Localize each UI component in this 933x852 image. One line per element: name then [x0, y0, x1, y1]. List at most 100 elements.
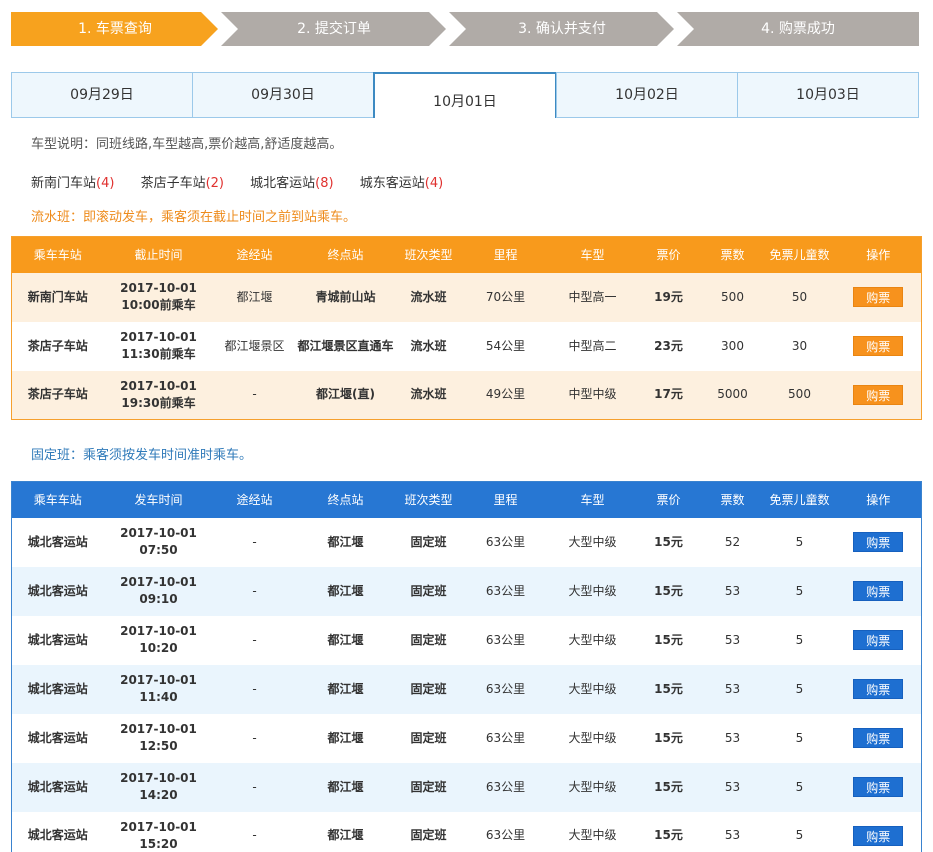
via-cell: -: [213, 370, 296, 420]
date-tab[interactable]: 10月03日: [737, 72, 919, 118]
action-cell: 购票: [835, 664, 922, 714]
station-name: 茶店子车站: [140, 176, 206, 191]
via-cell: -: [213, 566, 296, 616]
flow-bus-note: 流水班：即滚动发车，乘客须在截止时间之前到站乘车。: [31, 210, 357, 225]
flow-bus-table: 乘车车站 截止时间 途经站 终点站 班次类型 里程 车型 票价 票数 免票儿童数…: [11, 236, 922, 420]
via-cell: -: [213, 517, 296, 567]
buy-ticket-button[interactable]: 购票: [853, 532, 904, 552]
date-tabs: 09月29日 09月30日 10月01日 10月02日 10月03日: [11, 72, 919, 118]
buy-ticket-button[interactable]: 购票: [853, 728, 904, 748]
action-cell: 购票: [835, 713, 922, 763]
price-cell: 15元: [635, 762, 702, 812]
price-cell: 15元: [635, 713, 702, 763]
tickets-cell: 53: [701, 615, 764, 665]
step-4: 4. 购票成功: [677, 12, 919, 46]
station-link[interactable]: 茶店子车站(2): [141, 172, 224, 191]
destination-cell: 都江堰: [295, 517, 396, 567]
buy-ticket-button[interactable]: 购票: [853, 384, 904, 405]
station-name: 城东客运站: [359, 176, 425, 191]
time-text: 09:10: [139, 592, 178, 606]
trip-type-cell: 固定班: [395, 811, 462, 852]
children-cell: 5: [763, 615, 836, 665]
time-cell: 2017-10-01 11:30前乘车: [103, 321, 214, 371]
destination-cell: 都江堰(直): [295, 370, 396, 420]
column-header: 车型: [549, 481, 636, 518]
distance-cell: 49公里: [461, 370, 550, 420]
vehicle-cell: 大型中级: [549, 517, 636, 567]
price-cell: 15元: [635, 811, 702, 852]
column-header: 免票儿童数: [763, 236, 836, 273]
destination-cell: 都江堰: [295, 762, 396, 812]
time-cell: 2017-10-01 09:10: [103, 566, 214, 616]
table-row: 茶店子车站 2017-10-01 11:30前乘车 都江堰景区 都江堰景区直通车 流水班 5…: [11, 321, 922, 371]
buy-ticket-button[interactable]: 购票: [853, 287, 904, 307]
action-cell: 购票: [835, 762, 922, 812]
table-row: 茶店子车站 2017-10-01 19:30前乘车 - 都江堰(直) 流水班 49公里 中型中…: [11, 370, 922, 420]
column-header: 里程: [461, 481, 550, 518]
date-text: 2017-10-01: [120, 673, 197, 687]
date-tab[interactable]: 10月02日: [556, 72, 738, 118]
station-cell: 城北客运站: [11, 517, 104, 567]
children-cell: 5: [763, 664, 836, 714]
tickets-cell: 300: [701, 321, 764, 371]
step-1: 1. 车票查询: [11, 12, 219, 46]
buy-ticket-button[interactable]: 购票: [853, 777, 904, 797]
station-cell: 茶店子车站: [11, 321, 104, 371]
table-header-row: 乘车车站 发车时间 途经站 终点站 班次类型 里程 车型 票价 票数 免票儿童数…: [11, 481, 922, 518]
step-progress-bar: 1. 车票查询 2. 提交订单 3. 确认并支付 4. 购票成功: [11, 12, 919, 46]
buy-ticket-button[interactable]: 购票: [853, 630, 904, 650]
date-tab[interactable]: 09月29日: [11, 72, 193, 118]
station-link[interactable]: 新南门车站(4): [31, 172, 114, 191]
trip-type-cell: 固定班: [395, 615, 462, 665]
vehicle-cell: 中型高一: [549, 272, 636, 322]
buy-ticket-button[interactable]: 购票: [853, 336, 904, 356]
column-header: 操作: [835, 481, 922, 518]
trip-type-cell: 流水班: [395, 370, 462, 420]
column-header: 途经站: [213, 481, 296, 518]
station-link[interactable]: 城东客运站(4): [360, 172, 443, 191]
trip-type-cell: 固定班: [395, 713, 462, 763]
column-header: 免票儿童数: [763, 481, 836, 518]
buy-ticket-button[interactable]: 购票: [853, 679, 904, 699]
fixed-bus-note: 固定班：乘客须按发车时间准时乘车。: [31, 448, 253, 463]
via-cell: -: [213, 664, 296, 714]
vehicle-cell: 大型中级: [549, 762, 636, 812]
station-count: (4): [96, 176, 115, 191]
trip-type-cell: 固定班: [395, 664, 462, 714]
station-cell: 新南门车站: [11, 272, 104, 322]
column-header: 终点站: [295, 481, 396, 518]
time-cell: 2017-10-01 15:20: [103, 811, 214, 852]
destination-cell: 青城前山站: [295, 272, 396, 322]
station-link[interactable]: 城北客运站(8): [250, 172, 333, 191]
vehicle-type-note: 车型说明：同班线路,车型越高,票价越高,舒适度越高。: [31, 137, 343, 152]
date-tab-active[interactable]: 10月01日: [373, 72, 557, 118]
date-tab[interactable]: 09月30日: [192, 72, 374, 118]
price-cell: 15元: [635, 664, 702, 714]
trip-type-cell: 流水班: [395, 321, 462, 371]
buy-ticket-button[interactable]: 购票: [853, 581, 904, 601]
station-cell: 城北客运站: [11, 713, 104, 763]
vehicle-cell: 中型中级: [549, 370, 636, 420]
children-cell: 5: [763, 762, 836, 812]
price-cell: 15元: [635, 517, 702, 567]
children-cell: 5: [763, 713, 836, 763]
vehicle-cell: 大型中级: [549, 664, 636, 714]
trip-type-cell: 固定班: [395, 517, 462, 567]
buy-ticket-button[interactable]: 购票: [853, 825, 904, 846]
column-header: 终点站: [295, 236, 396, 273]
time-text: 15:20: [139, 836, 178, 851]
date-text: 2017-10-01: [120, 819, 197, 834]
date-text: 2017-10-01: [120, 771, 197, 785]
time-cell: 2017-10-01 14:20: [103, 762, 214, 812]
column-header: 乘车车站: [11, 481, 104, 518]
action-cell: 购票: [835, 370, 922, 420]
column-header: 途经站: [213, 236, 296, 273]
table-row: 城北客运站 2017-10-01 09:10 - 都江堰 固定班 63公里 大型中级 15元 53…: [11, 566, 922, 616]
vehicle-cell: 中型高二: [549, 321, 636, 371]
via-cell: 都江堰: [213, 272, 296, 322]
station-cell: 城北客运站: [11, 664, 104, 714]
date-text: 2017-10-01: [120, 330, 197, 344]
children-cell: 5: [763, 566, 836, 616]
table-row: 城北客运站 2017-10-01 07:50- 都江堰 固定班 63公里 大型中级 15元 52…: [11, 517, 922, 567]
step-3: 3. 确认并支付: [449, 12, 675, 46]
